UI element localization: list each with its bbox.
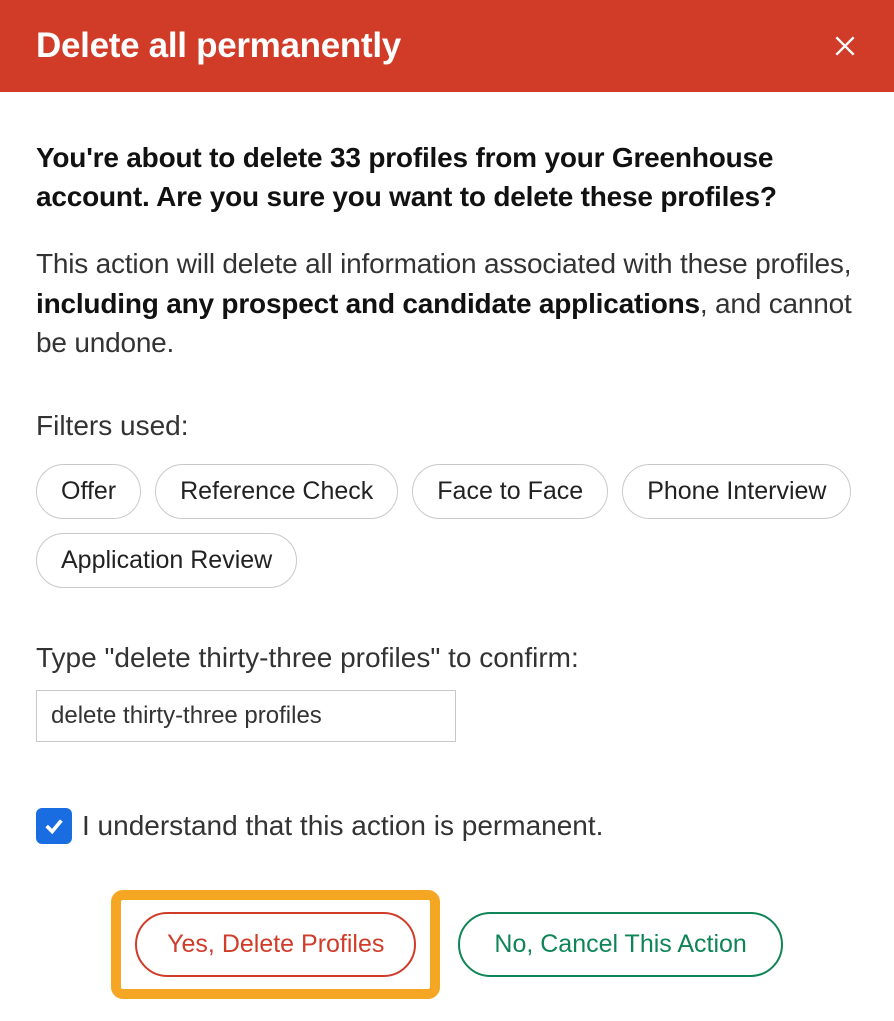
confirm-heading: You're about to delete 33 profiles from … <box>36 138 858 216</box>
filter-chip: Face to Face <box>412 464 608 519</box>
filter-chip: Application Review <box>36 533 297 588</box>
dialog-actions: Yes, Delete Profiles No, Cancel This Act… <box>36 890 858 999</box>
no-cancel-button[interactable]: No, Cancel This Action <box>458 912 782 977</box>
yes-delete-button[interactable]: Yes, Delete Profiles <box>135 912 416 977</box>
filter-chip: Reference Check <box>155 464 398 519</box>
acknowledge-checkbox[interactable] <box>36 808 72 844</box>
dialog-title: Delete all permanently <box>36 26 401 66</box>
acknowledge-label: I understand that this action is permane… <box>82 810 603 842</box>
filter-chip: Phone Interview <box>622 464 851 519</box>
close-icon[interactable] <box>832 33 858 59</box>
confirm-input[interactable] <box>36 690 456 742</box>
filters-label: Filters used: <box>36 410 858 442</box>
warning-description: This action will delete all information … <box>36 244 858 362</box>
filter-chip: Offer <box>36 464 141 519</box>
acknowledge-row: I understand that this action is permane… <box>36 808 858 844</box>
highlight-annotation: Yes, Delete Profiles <box>111 890 440 999</box>
warning-text-pre: This action will delete all information … <box>36 248 851 279</box>
dialog-header: Delete all permanently <box>0 0 894 92</box>
filter-chips: Offer Reference Check Face to Face Phone… <box>36 464 858 588</box>
dialog-body: You're about to delete 33 profiles from … <box>0 92 894 1021</box>
warning-text-bold: including any prospect and candidate app… <box>36 288 700 319</box>
confirm-prompt: Type "delete thirty-three profiles" to c… <box>36 642 858 674</box>
